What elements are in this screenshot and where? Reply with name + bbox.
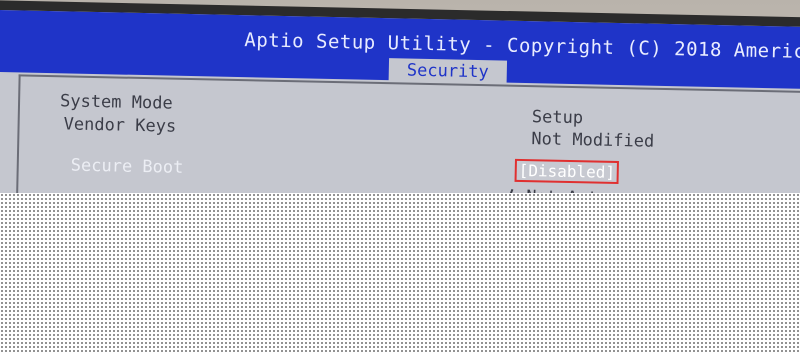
- system-mode-label: System Mode: [59, 91, 173, 114]
- secure-boot-value[interactable]: [Disabled]: [514, 158, 620, 184]
- vendor-keys-value: Not Modified: [531, 129, 655, 152]
- tab-security[interactable]: Security: [388, 58, 508, 85]
- system-mode-value: Setup: [531, 107, 584, 129]
- app-title: Aptio Setup Utility - Copyright (C) 2018…: [244, 29, 800, 63]
- bios-screen: Aptio Setup Utility - Copyright (C) 2018…: [0, 10, 800, 218]
- vendor-keys-label: Vendor Keys: [63, 114, 177, 137]
- secure-boot-label[interactable]: Secure Boot: [71, 156, 184, 178]
- redacted-area: [0, 193, 800, 353]
